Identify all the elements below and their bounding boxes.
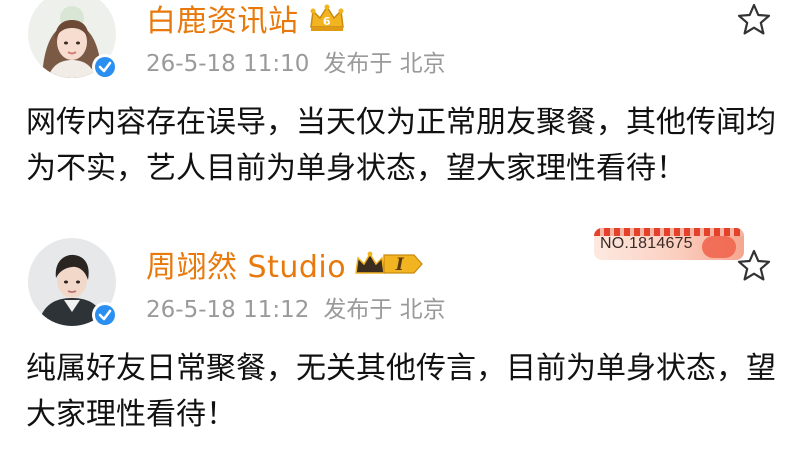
post-card: 周翊然 Studio I 26-5-18 11:12 发布于 北京 纯属好友日常聚… xyxy=(0,232,800,450)
avatar[interactable] xyxy=(28,238,118,328)
author-name-row: 白鹿资讯站 6 xyxy=(146,0,347,40)
author-name[interactable]: 白鹿资讯站 xyxy=(146,0,299,40)
verified-icon xyxy=(92,54,118,80)
star-outline-icon[interactable] xyxy=(736,248,772,284)
crown-level: I xyxy=(395,255,405,275)
author-name-row: 周翊然 Studio I xyxy=(146,242,424,286)
post-location: 发布于 北京 xyxy=(323,297,446,323)
avatar[interactable] xyxy=(28,0,118,80)
crown-level-badge-icon[interactable]: I xyxy=(354,249,424,279)
post-content: 网传内容存在误导，当天仅为正常朋友聚餐，其他传闻均为不实，艺人目前为单身状态，望… xyxy=(26,105,776,186)
svg-text:6: 6 xyxy=(322,15,330,28)
post-content: 纯属好友日常聚餐，无关其他传言，目前为单身状态，望大家理性看待！ xyxy=(26,351,776,432)
crown-badge-icon[interactable]: 6 xyxy=(307,3,347,33)
post-meta: 26-5-18 11:12 发布于 北京 xyxy=(146,290,446,324)
post-meta: 26-5-18 11:10 发布于 北京 xyxy=(146,44,446,78)
author-name[interactable]: 周翊然 Studio xyxy=(146,242,346,286)
post-timestamp: 26-5-18 11:10 xyxy=(146,51,310,77)
post-card: 白鹿资讯站 6 26-5-18 11:10 发布于 北京 网传内容存在误导，当天仅… xyxy=(0,0,800,232)
post-timestamp: 26-5-18 11:12 xyxy=(146,297,310,323)
post-location: 发布于 北京 xyxy=(323,51,446,77)
star-outline-icon[interactable] xyxy=(736,2,772,38)
verified-icon xyxy=(92,302,118,328)
